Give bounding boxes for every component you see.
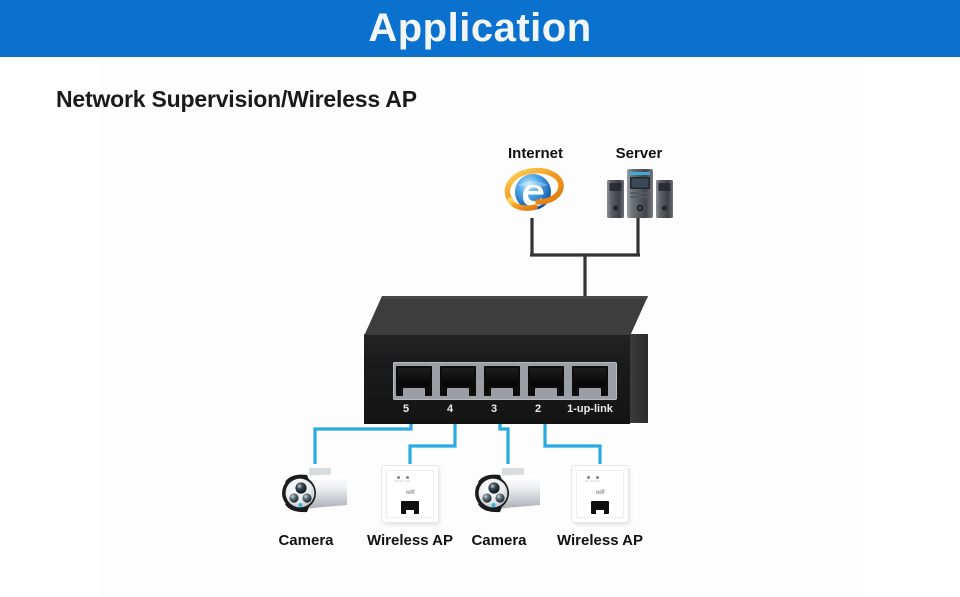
wall-wireless-ap-2[interactable]: WLAN LAN wifi (572, 466, 628, 522)
ethernet-switch[interactable]: 5 4 3 2 1-up-link (364, 296, 648, 424)
bullet-ip-camera-1[interactable] (275, 464, 355, 520)
ap-faceplate-inner: WLAN LAN wifi (386, 470, 434, 518)
internet-explorer-icon (504, 165, 564, 217)
switch-port-1-uplink[interactable] (572, 366, 608, 396)
switch-port-5[interactable] (396, 366, 432, 396)
internet-label: Internet (507, 145, 563, 162)
switch-port-tray (393, 362, 617, 400)
bullet-ip-camera-2[interactable] (468, 464, 548, 520)
switch-top-surface (364, 296, 648, 336)
port-label-1-uplink: 1-up-link (567, 403, 613, 415)
port-label-2: 2 (534, 403, 542, 415)
ap-faceplate-inner: WLAN LAN wifi (576, 470, 624, 518)
server-label: Server (615, 145, 663, 162)
port-label-3: 3 (490, 403, 498, 415)
slide-canvas: Application Network Supervision/Wireless… (0, 0, 960, 597)
ap-status-leds: WLAN LAN (395, 476, 413, 484)
ap-wifi-logo: wifi (595, 490, 605, 496)
wireless-ap-1-label: Wireless AP (366, 532, 453, 549)
switch-port-2[interactable] (528, 366, 564, 396)
server-tower-icon (606, 166, 674, 218)
switch-port-3[interactable] (484, 366, 520, 396)
wireless-ap-2-label: Wireless AP (556, 532, 643, 549)
ap-rj45-jack[interactable] (591, 501, 609, 514)
camera-2-label: Camera (471, 532, 527, 549)
ap-rj45-jack[interactable] (401, 501, 419, 514)
camera-1-label: Camera (278, 532, 334, 549)
switch-port-4[interactable] (440, 366, 476, 396)
switch-right-side (630, 334, 648, 423)
wall-wireless-ap-1[interactable]: WLAN LAN wifi (382, 466, 438, 522)
port-label-4: 4 (446, 403, 454, 415)
ap-status-leds: WLAN LAN (585, 476, 603, 484)
port-label-5: 5 (402, 403, 410, 415)
ap-wifi-logo: wifi (405, 490, 415, 496)
